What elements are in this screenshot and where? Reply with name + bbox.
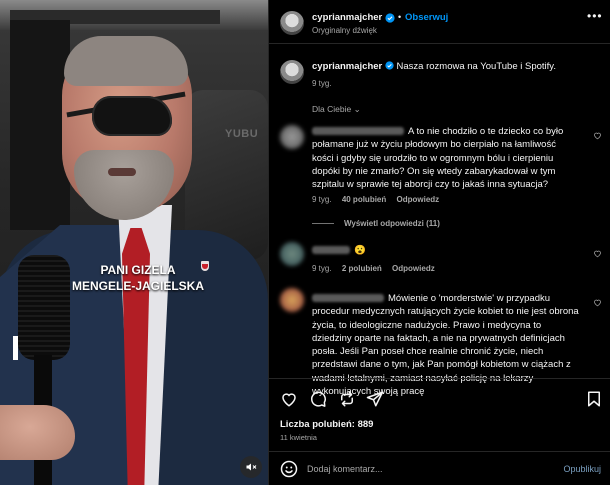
view-replies-button[interactable]: Wyświetl odpowiedzi (11)	[312, 219, 440, 228]
emoji-icon[interactable]	[280, 460, 298, 478]
commenter-username[interactable]	[312, 246, 350, 255]
header-separator: •	[398, 12, 402, 22]
author-avatar[interactable]	[280, 11, 304, 35]
comment-like-icon[interactable]	[593, 131, 602, 140]
chevron-down-icon: ⌄	[353, 104, 361, 114]
verified-icon	[385, 13, 395, 23]
hand	[0, 405, 75, 460]
caption-line-1: PANI GIZELA	[100, 263, 176, 277]
publish-button[interactable]: Opublikuj	[563, 464, 601, 474]
mute-button[interactable]	[240, 456, 262, 478]
comment-2-text: 😮	[354, 245, 366, 256]
author-username[interactable]: cyprianmajcher	[312, 12, 382, 23]
studio-back-panel	[10, 20, 70, 230]
comment-filter[interactable]: Dla Ciebie ⌄	[312, 104, 361, 115]
comment-2-time: 9 tyg.	[312, 264, 332, 273]
comment-1-time: 9 tyg.	[312, 195, 332, 204]
eyepatch	[92, 96, 172, 136]
post-header: cyprianmajcher • Obserwuj Oryginalny dźw…	[269, 0, 610, 44]
comment-1: A to nie chodziło o te dziecko co było p…	[312, 125, 580, 191]
reel-video[interactable]: YUBU PANI GIZELA MENGELE-JAGIELSKA	[0, 0, 268, 485]
comment-2-likes[interactable]: 2 polubień	[342, 264, 382, 273]
comment-1-likes[interactable]: 40 polubień	[342, 195, 386, 204]
more-options-icon[interactable]: •••	[587, 9, 603, 23]
share-icon[interactable]	[366, 390, 384, 408]
comment-input[interactable]	[307, 464, 547, 474]
hair	[64, 36, 188, 86]
caption-line-2: MENGELE-JAGIELSKA	[71, 279, 204, 293]
comment-bar: Opublikuj	[269, 451, 610, 485]
comment-2-reply[interactable]: Odpowiedz	[392, 264, 435, 273]
commenter-avatar[interactable]	[280, 242, 304, 266]
comment-1-meta: 9 tyg. 40 polubień Odpowiedz	[312, 195, 439, 204]
studio-sign: YUBU	[225, 128, 259, 140]
comment-2: 😮	[312, 244, 572, 257]
caption-caret	[13, 336, 18, 360]
commenter-username[interactable]	[312, 294, 384, 303]
comment-icon[interactable]	[309, 390, 327, 408]
verified-icon	[385, 61, 394, 70]
caption-username[interactable]: cyprianmajcher	[312, 61, 382, 72]
commenter-avatar[interactable]	[280, 125, 304, 149]
instagram-post-view: YUBU PANI GIZELA MENGELE-JAGIELSKA cypri…	[0, 0, 610, 485]
heart-icon[interactable]	[280, 390, 298, 408]
comment-2-meta: 9 tyg. 2 polubień Odpowiedz	[312, 264, 435, 273]
commenter-username[interactable]	[312, 127, 404, 136]
post-date: 11 kwietnia	[280, 433, 317, 442]
post-side-panel: cyprianmajcher • Obserwuj Oryginalny dźw…	[268, 0, 610, 485]
mute-icon	[246, 463, 257, 471]
bookmark-icon[interactable]	[585, 390, 603, 408]
comment-1-reply[interactable]: Odpowiedz	[397, 195, 440, 204]
caption-avatar[interactable]	[280, 60, 304, 84]
follow-button[interactable]: Obserwuj	[405, 12, 448, 23]
view-replies-label: Wyświetl odpowiedzi (11)	[344, 219, 440, 228]
caption-text-row: cyprianmajcher Nasza rozmowa na YouTube …	[312, 60, 592, 73]
comment-1-text: A to nie chodziło o te dziecko co było p…	[312, 126, 564, 191]
caption-time: 9 tyg.	[312, 79, 332, 88]
mouth	[108, 168, 136, 176]
caption-text: Nasza rozmowa na YouTube i Spotify.	[396, 61, 556, 72]
filter-label: Dla Ciebie	[312, 104, 352, 114]
commenter-avatar[interactable]	[280, 288, 304, 312]
audio-label[interactable]: Oryginalny dźwięk	[312, 26, 377, 35]
replies-line	[312, 223, 334, 225]
repost-icon[interactable]	[338, 390, 356, 408]
video-caption: PANI GIZELA MENGELE-JAGIELSKA	[48, 262, 228, 294]
comment-like-icon[interactable]	[593, 298, 602, 307]
action-bar	[269, 378, 610, 418]
comment-like-icon[interactable]	[593, 249, 602, 258]
like-count[interactable]: Liczba polubień: 889	[280, 419, 373, 430]
